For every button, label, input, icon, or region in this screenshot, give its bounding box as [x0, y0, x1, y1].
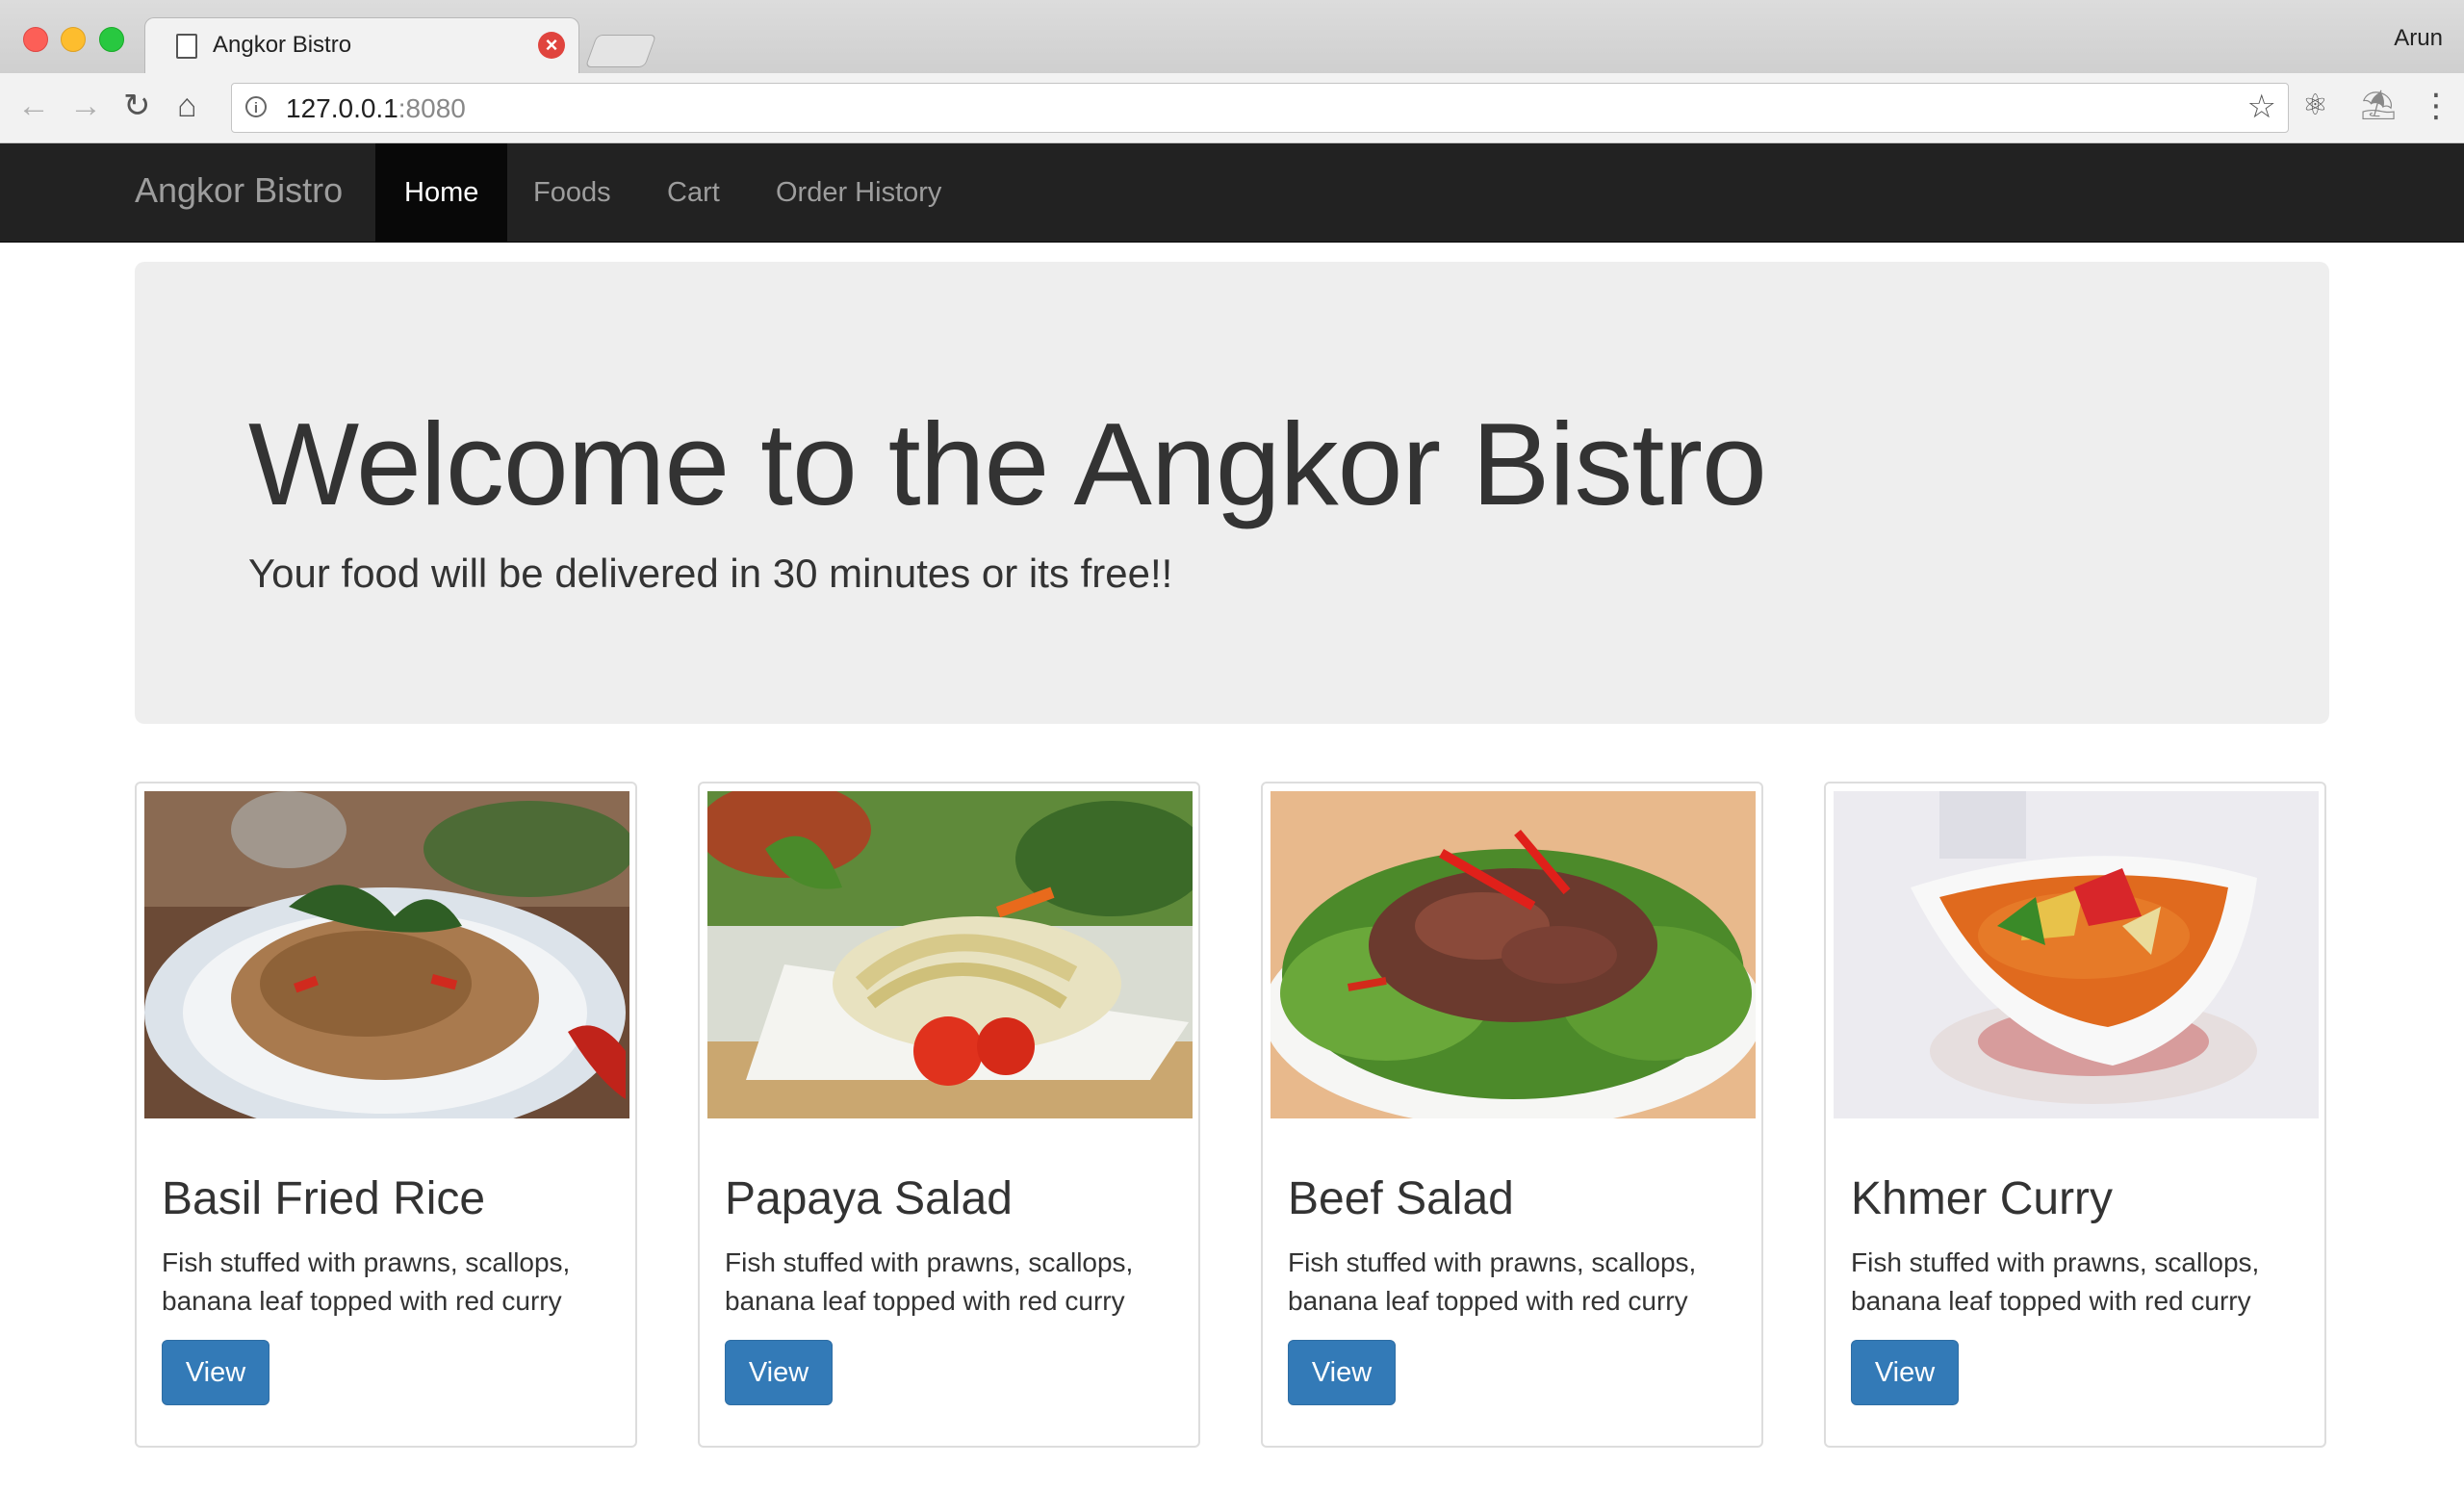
document-icon	[176, 34, 197, 59]
page-subtitle: Your food will be delivered in 30 minute…	[248, 551, 1173, 596]
tab-title: Angkor Bistro	[213, 32, 352, 58]
navbar-brand[interactable]: Angkor Bistro	[135, 170, 343, 211]
food-card: Beef Salad Fish stuffed with prawns, sca…	[1261, 782, 1763, 1448]
palm-extension-icon[interactable]: ⛱	[2360, 87, 2397, 125]
info-icon[interactable]: i	[245, 96, 267, 117]
food-name: Papaya Salad	[725, 1173, 1013, 1224]
food-name: Basil Fried Rice	[162, 1173, 486, 1224]
food-name: Beef Salad	[1288, 1173, 1514, 1224]
nav-home[interactable]: Home	[375, 143, 508, 242]
food-description: Fish stuffed with prawns, scallops, bana…	[1851, 1247, 2260, 1316]
food-card: Khmer Curry Fish stuffed with prawns, sc…	[1824, 782, 2326, 1448]
nav-foods[interactable]: Foods	[504, 143, 640, 242]
new-tab-button[interactable]	[584, 35, 657, 67]
page-title: Welcome to the Angkor Bistro	[248, 398, 1767, 529]
forward-arrow-icon[interactable]: →	[69, 87, 102, 125]
url-text: 127.0.0.1:8080	[286, 93, 466, 124]
food-card: Basil Fried Rice Fish stuffed with prawn…	[135, 782, 637, 1448]
star-icon[interactable]: ☆	[2247, 88, 2276, 126]
site-navbar: Angkor Bistro Home Foods Cart Order Hist…	[0, 143, 2464, 243]
profile-name[interactable]: Arun	[2394, 25, 2443, 52]
minimize-window-button[interactable]	[61, 27, 86, 52]
food-name: Khmer Curry	[1851, 1173, 2114, 1224]
address-bar[interactable]: i 127.0.0.1:8080 ☆	[231, 83, 2289, 133]
zoom-window-button[interactable]	[99, 27, 124, 52]
view-button[interactable]: View	[1851, 1340, 1959, 1405]
close-window-button[interactable]	[23, 27, 48, 52]
tab-close-icon[interactable]: ×	[538, 32, 565, 59]
browser-tab[interactable]: Angkor Bistro ×	[144, 17, 579, 74]
food-image	[1270, 791, 1756, 1118]
browser-titlebar: Angkor Bistro × Arun	[0, 0, 2464, 74]
welcome-jumbotron: Welcome to the Angkor Bistro Your food w…	[135, 262, 2329, 724]
home-icon[interactable]: ⌂	[177, 87, 197, 125]
url-host: 127.0.0.1	[286, 93, 398, 123]
back-arrow-icon[interactable]: ←	[17, 87, 50, 125]
view-button[interactable]: View	[162, 1340, 270, 1405]
nav-cart[interactable]: Cart	[638, 143, 749, 242]
view-button[interactable]: View	[1288, 1340, 1396, 1405]
react-extension-icon[interactable]: ⚛	[2302, 87, 2328, 125]
nav-order-history[interactable]: Order History	[747, 143, 970, 242]
food-image	[1834, 791, 2319, 1118]
food-image	[144, 791, 629, 1118]
view-button[interactable]: View	[725, 1340, 833, 1405]
reload-icon[interactable]: ↻	[123, 87, 151, 125]
food-description: Fish stuffed with prawns, scallops, bana…	[725, 1247, 1134, 1316]
url-port: :8080	[398, 93, 466, 123]
food-description: Fish stuffed with prawns, scallops, bana…	[1288, 1247, 1697, 1316]
food-description: Fish stuffed with prawns, scallops, bana…	[162, 1247, 571, 1316]
food-card: Papaya Salad Fish stuffed with prawns, s…	[698, 782, 1200, 1448]
browser-toolbar: ← → ↻ ⌂ i 127.0.0.1:8080 ☆ ⚛ ⛱ ⋮	[0, 73, 2464, 143]
food-image	[707, 791, 1193, 1118]
kebab-menu-icon[interactable]: ⋮	[2420, 87, 2452, 125]
